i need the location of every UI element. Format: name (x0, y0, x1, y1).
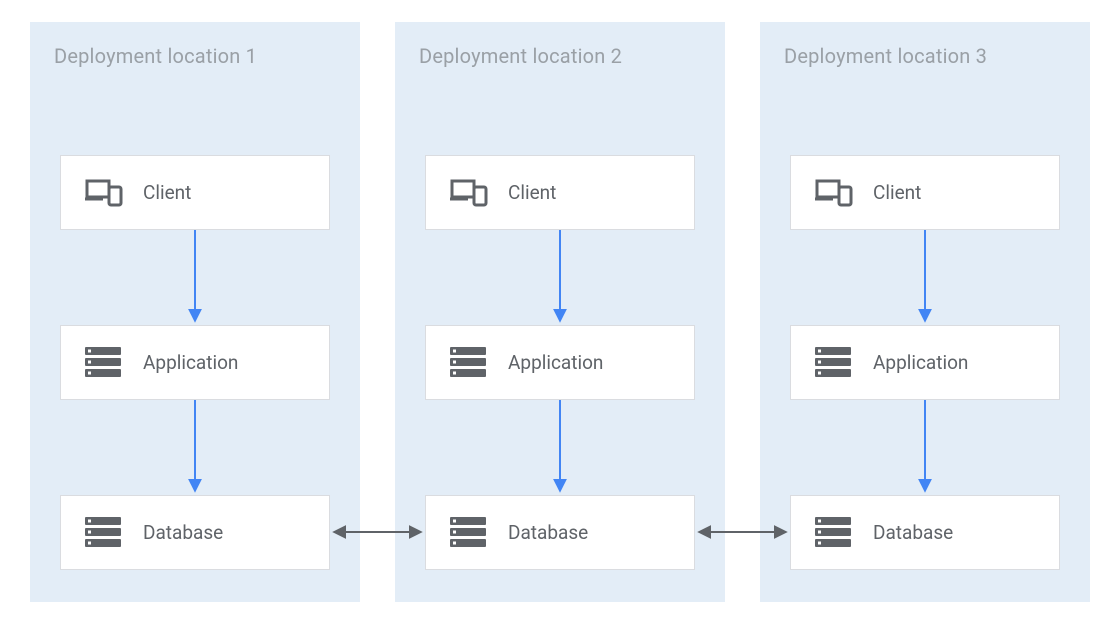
client-label: Client (508, 181, 556, 204)
client-box-1: Client (60, 155, 330, 230)
client-label: Client (143, 181, 191, 204)
region-2-title: Deployment location 2 (419, 44, 622, 68)
application-label: Application (143, 351, 238, 374)
region-3-title: Deployment location 3 (784, 44, 987, 68)
application-box-2: Application (425, 325, 695, 400)
client-box-3: Client (790, 155, 1060, 230)
client-box-2: Client (425, 155, 695, 230)
application-box-3: Application (790, 325, 1060, 400)
server-icon (815, 347, 855, 379)
server-icon (85, 347, 125, 379)
server-icon (815, 517, 855, 549)
devices-icon (815, 177, 855, 209)
application-label: Application (873, 351, 968, 374)
database-label: Database (508, 521, 588, 544)
server-icon (450, 517, 490, 549)
devices-icon (450, 177, 490, 209)
client-label: Client (873, 181, 921, 204)
database-label: Database (143, 521, 223, 544)
server-icon (85, 517, 125, 549)
region-1-title: Deployment location 1 (54, 44, 257, 68)
devices-icon (85, 177, 125, 209)
database-label: Database (873, 521, 953, 544)
application-box-1: Application (60, 325, 330, 400)
database-box-1: Database (60, 495, 330, 570)
server-icon (450, 347, 490, 379)
database-box-2: Database (425, 495, 695, 570)
database-box-3: Database (790, 495, 1060, 570)
application-label: Application (508, 351, 603, 374)
